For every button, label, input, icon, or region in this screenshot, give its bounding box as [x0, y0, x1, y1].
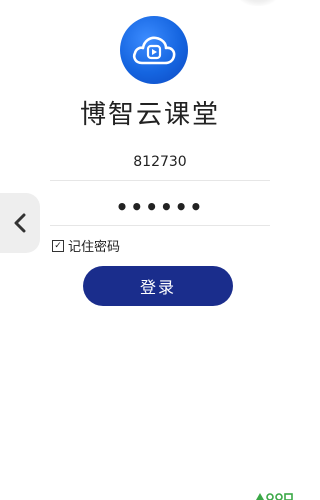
- remember-checkbox[interactable]: ✓: [52, 239, 64, 252]
- account-value: 812730: [133, 154, 187, 170]
- login-button-label: 登录: [139, 278, 176, 297]
- chevron-left-icon: [14, 213, 26, 233]
- app-logo-icon: [120, 16, 188, 84]
- back-button[interactable]: [0, 193, 40, 253]
- cloud-play-logo-icon: [132, 36, 176, 65]
- login-screen: 博智云课堂 812730 •••••• ✓ 记住密码 登录: [0, 0, 300, 500]
- password-field[interactable]: ••••••: [50, 195, 270, 226]
- brand-watermark: [254, 490, 294, 500]
- remember-password-row[interactable]: ✓ 记住密码: [52, 236, 120, 255]
- account-field[interactable]: 812730: [50, 150, 270, 181]
- login-button[interactable]: 登录: [83, 266, 233, 306]
- status-corner-shadow: [234, 0, 282, 6]
- remember-label: 记住密码: [68, 240, 121, 255]
- app-title: 博智云课堂: [79, 100, 220, 130]
- password-value: ••••••: [115, 195, 205, 219]
- brand-watermark-icon: [256, 493, 293, 500]
